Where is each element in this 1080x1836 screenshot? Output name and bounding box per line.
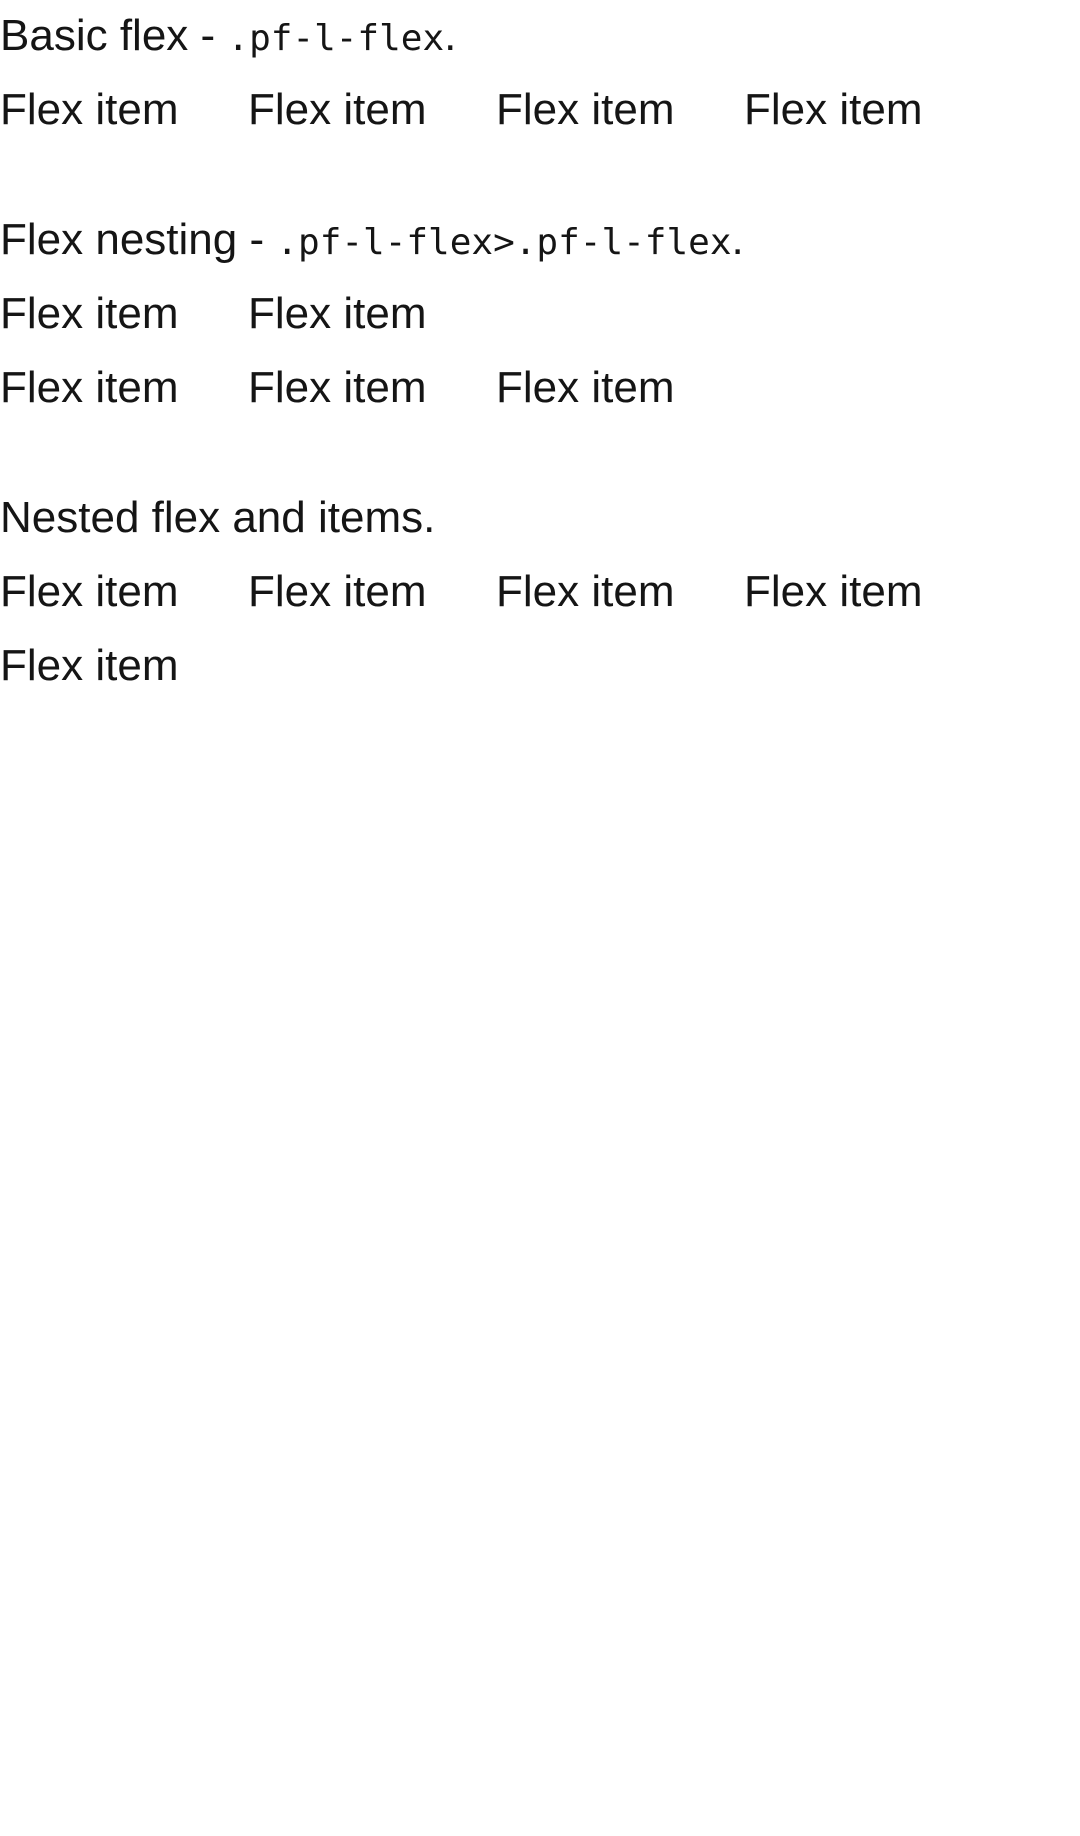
flex-item: Flex item: [0, 289, 179, 338]
flex-row: Flex item: [0, 638, 1080, 694]
flex-item: Flex item: [496, 85, 675, 134]
description-suffix: .: [444, 11, 457, 60]
nested-flex-row: Flex item Flex item Flex item: [0, 360, 1080, 416]
page-content: Basic flex - .pf-l-flex. Flex item Flex …: [0, 0, 1080, 694]
section-description: Flex nesting - .pf-l-flex>.pf-l-flex.: [0, 212, 1080, 268]
flex-item: Flex item: [496, 567, 675, 616]
flex-item: Flex item: [744, 567, 923, 616]
flex-item: Flex item: [496, 363, 675, 412]
flex-item: Flex item: [744, 85, 923, 134]
flex-item: Flex item: [0, 567, 179, 616]
description-suffix: .: [731, 215, 744, 264]
flex-item: Flex item: [0, 85, 179, 134]
section-basic-flex: Basic flex - .pf-l-flex. Flex item Flex …: [0, 8, 1080, 138]
flex-item: Flex item: [248, 363, 427, 412]
section-description: Basic flex - .pf-l-flex.: [0, 8, 1080, 64]
flex-row: Flex item Flex item Flex item Flex item: [0, 82, 1080, 138]
section-description: Nested flex and items.: [0, 490, 1080, 546]
section-flex-nesting: Flex nesting - .pf-l-flex>.pf-l-flex. Fl…: [0, 212, 1080, 416]
class-name-code: .pf-l-flex>.pf-l-flex: [276, 222, 732, 263]
flex-item: Flex item: [0, 363, 179, 412]
flex-item: Flex item: [248, 567, 427, 616]
nested-flex-row: Flex item Flex item: [0, 286, 1080, 342]
flex-item: Flex item: [248, 85, 427, 134]
flex-row: Flex item Flex item Flex item Flex item: [0, 564, 1080, 620]
flex-item: Flex item: [0, 641, 179, 690]
class-name-code: .pf-l-flex: [227, 18, 445, 59]
description-text: Flex nesting -: [0, 215, 277, 264]
section-nested-flex-and-items: Nested flex and items. Flex item Flex it…: [0, 490, 1080, 694]
flex-item: Flex item: [248, 289, 427, 338]
description-text: Basic flex -: [0, 11, 228, 60]
description-text: Nested flex and items.: [0, 493, 436, 542]
